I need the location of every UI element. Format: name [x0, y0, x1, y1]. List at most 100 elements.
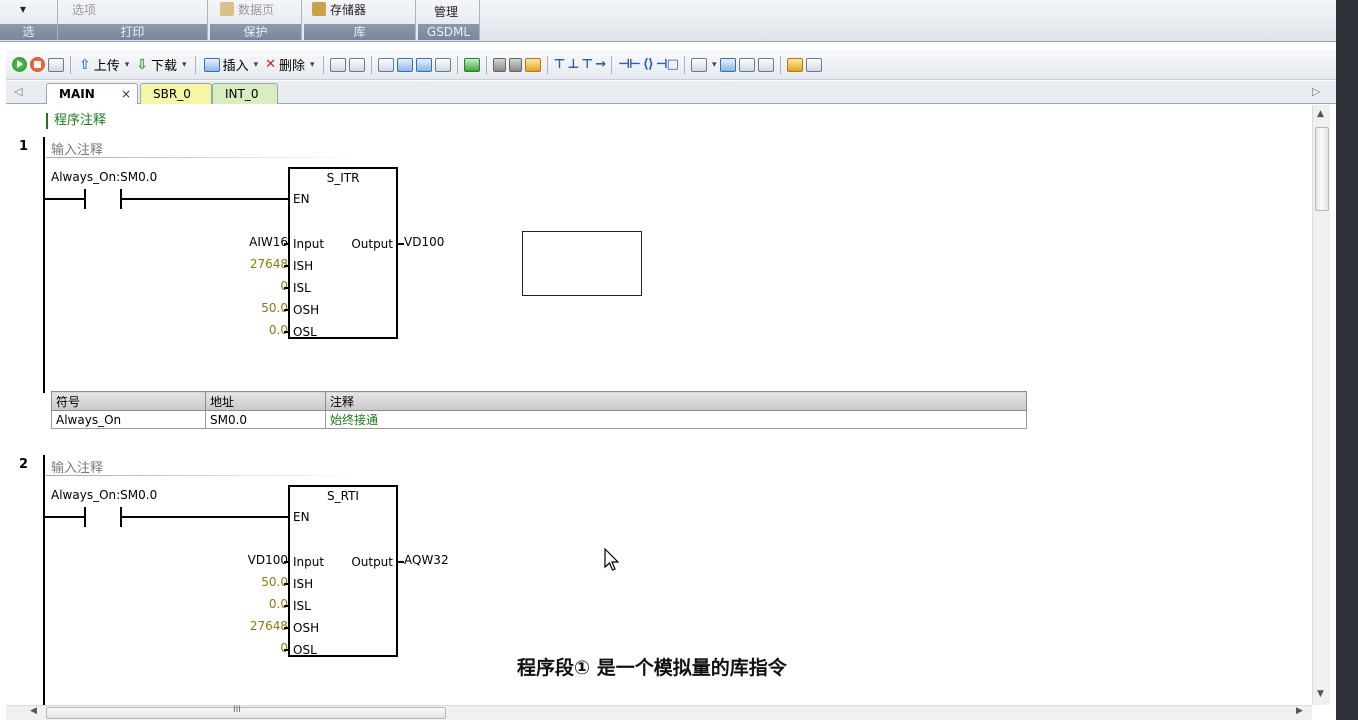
- contact-left-bar[interactable]: [84, 507, 86, 527]
- line-right-icon[interactable]: →: [595, 57, 606, 72]
- operand-ish[interactable]: 50.0: [261, 575, 288, 589]
- pin-osl: OSL: [293, 643, 317, 657]
- pin-output: Output: [351, 555, 393, 569]
- chevron-down-icon[interactable]: ▾: [310, 60, 315, 70]
- insert-label: 插入: [222, 59, 249, 74]
- scroll-right-icon[interactable]: ▶: [1296, 706, 1303, 716]
- ribbon-options-button[interactable]: 选项: [72, 0, 96, 18]
- upload-label: 上传: [93, 59, 120, 74]
- program-comment[interactable]: 程序注释: [46, 113, 106, 129]
- ribbon-group-library: 存储器 库: [304, 0, 416, 40]
- operand-osl[interactable]: 0: [280, 641, 288, 655]
- box-icon[interactable]: ⊣□: [656, 57, 679, 72]
- delete-button[interactable]: ✕ 删除 ▾: [263, 55, 316, 74]
- scroll-up-icon[interactable]: ▲: [1317, 109, 1324, 119]
- ribbon-datapage-button[interactable]: 数据页: [220, 0, 274, 18]
- ladder-editor[interactable]: 程序注释 1 输入注释 Always_On:SM0.0 S_ITR EN Inp…: [6, 105, 1312, 705]
- tab-scroll-left-icon[interactable]: ◁: [14, 85, 22, 98]
- network-comment[interactable]: 输入注释: [51, 457, 103, 476]
- close-icon[interactable]: ×: [121, 84, 131, 104]
- pin-isl: ISL: [293, 599, 311, 613]
- ribbon-group-label: GSDML: [418, 24, 479, 40]
- vertical-scrollbar[interactable]: ▲ ▼: [1312, 105, 1330, 705]
- ribbon-group-protect: 数据页 保护: [210, 0, 302, 40]
- ribbon-memory-button[interactable]: 存储器: [312, 0, 366, 18]
- contact-left-bar[interactable]: [84, 189, 86, 209]
- selection-rectangle: [522, 231, 642, 296]
- line-up-icon[interactable]: ⊤: [581, 57, 593, 72]
- bookmark-toggle-icon[interactable]: [377, 57, 394, 72]
- ribbon-group-label: 选: [0, 24, 57, 40]
- pin-en: EN: [293, 192, 310, 206]
- properties-icon[interactable]: [786, 57, 803, 72]
- network-number: 2: [19, 457, 29, 472]
- stop-icon[interactable]: [30, 57, 45, 72]
- line-down-icon[interactable]: ⊥: [567, 57, 579, 72]
- download-button[interactable]: ⇩ 下载 ▾: [134, 55, 188, 75]
- ribbon: ▾ 选 选项 打印 数据页 保护 存储器 库 管理 GSDML: [0, 0, 1358, 42]
- function-block-s-rti[interactable]: S_RTI EN Input ISH ISL OSH OSL Output: [288, 485, 398, 657]
- tab-sbr-0[interactable]: SBR_0: [140, 83, 212, 104]
- operand-input[interactable]: VD100: [248, 553, 288, 567]
- block-title: S_ITR: [326, 171, 360, 185]
- chevron-down-icon[interactable]: ▾: [712, 60, 717, 70]
- compile-icon[interactable]: [48, 57, 64, 72]
- chevron-down-icon[interactable]: ▾: [182, 60, 187, 70]
- symbol-table-header: 地址: [205, 391, 326, 411]
- download-arrow-icon: ⇩: [136, 56, 149, 73]
- upload-arrow-icon: ⇧: [79, 56, 91, 73]
- scroll-thumb[interactable]: III: [46, 705, 446, 719]
- pin-output: Output: [351, 237, 393, 251]
- run-icon[interactable]: [12, 57, 27, 72]
- scroll-thumb[interactable]: [1315, 127, 1329, 211]
- operand-input[interactable]: AIW16: [249, 235, 288, 249]
- operand-osh[interactable]: 50.0: [261, 301, 288, 315]
- insert-button[interactable]: 插入 ▾: [202, 55, 261, 74]
- tab-scroll-right-icon[interactable]: ▷: [1312, 85, 1320, 98]
- coil-icon[interactable]: ⟨⟩: [643, 57, 654, 72]
- operand-output[interactable]: AQW32: [404, 553, 449, 567]
- scroll-left-icon[interactable]: ◀: [30, 706, 37, 716]
- goto-icon[interactable]: [463, 57, 480, 72]
- ribbon-group-label: 库: [304, 24, 415, 40]
- unlock-icon[interactable]: [524, 57, 541, 72]
- network-delete-icon[interactable]: [348, 57, 365, 72]
- branch-icon[interactable]: ⊤: [554, 57, 566, 72]
- operand-isl[interactable]: 0.0: [269, 597, 288, 611]
- pou-comment-icon[interactable]: [757, 57, 774, 72]
- pin-en: EN: [293, 510, 310, 524]
- scroll-down-icon[interactable]: ▼: [1317, 689, 1324, 699]
- operand-ish[interactable]: 27648: [250, 257, 288, 271]
- upload-button[interactable]: ⇧ 上传 ▾: [77, 55, 131, 75]
- operand-output[interactable]: VD100: [404, 235, 444, 249]
- ribbon-dropdown-button[interactable]: ▾: [20, 0, 26, 18]
- bookmark-clear-icon[interactable]: [434, 57, 451, 72]
- lock-icon[interactable]: [492, 57, 506, 72]
- pin-input: Input: [293, 237, 325, 251]
- tab-int-0[interactable]: INT_0: [212, 83, 278, 104]
- lock-network-icon[interactable]: [508, 57, 522, 72]
- network-comment[interactable]: 输入注释: [51, 139, 103, 158]
- pou-properties-icon[interactable]: [805, 57, 822, 72]
- pou-tabs: ◁ MAIN × SBR_0 INT_0 ▷: [6, 81, 1336, 104]
- contact-icon[interactable]: ⊣⊢: [618, 57, 641, 72]
- horizontal-scrollbar[interactable]: ◀ III ▶: [6, 705, 1312, 720]
- insert-icon: [203, 57, 220, 72]
- symbol-toggle-icon[interactable]: [690, 57, 707, 72]
- window-frame-edge: [1336, 0, 1358, 720]
- ribbon-manage-button[interactable]: 管理: [434, 2, 458, 20]
- power-rail: [43, 455, 45, 705]
- bookmark-prev-icon[interactable]: [396, 57, 413, 72]
- tab-main[interactable]: MAIN ×: [46, 83, 138, 104]
- chevron-down-icon[interactable]: ▾: [125, 60, 130, 70]
- network-insert-icon[interactable]: [329, 57, 346, 72]
- function-block-s-itr[interactable]: S_ITR EN Input ISH ISL OSH OSL Output: [288, 167, 398, 339]
- operand-osh[interactable]: 27648: [250, 619, 288, 633]
- symbol-table-icon[interactable]: [719, 57, 736, 72]
- comment-edit-icon[interactable]: [738, 57, 755, 72]
- chevron-down-icon[interactable]: ▾: [254, 60, 259, 70]
- operand-osl[interactable]: 0.0: [269, 323, 288, 337]
- operand-isl[interactable]: 0: [280, 279, 288, 293]
- tab-sbr-label: SBR_0: [153, 87, 191, 101]
- bookmark-next-icon[interactable]: [415, 57, 432, 72]
